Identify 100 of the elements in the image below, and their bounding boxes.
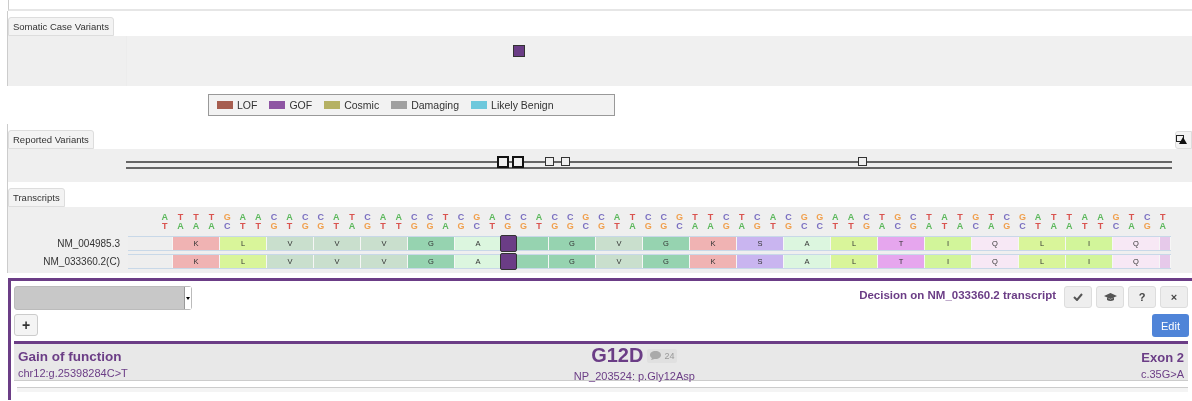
nucleotide: A bbox=[286, 213, 293, 221]
nucleotide: G bbox=[426, 222, 434, 230]
nucleotide: A bbox=[1159, 222, 1167, 230]
nucleotide: T bbox=[208, 213, 215, 221]
nucleotide: C bbox=[411, 213, 418, 221]
nucleotide: A bbox=[1128, 222, 1135, 230]
toolbar-button[interactable]: × bbox=[1160, 286, 1188, 308]
nucleotide: A bbox=[1066, 222, 1073, 230]
amino-acid[interactable] bbox=[502, 255, 549, 268]
section-tab[interactable]: Transcripts bbox=[8, 188, 65, 207]
variant-marker[interactable] bbox=[497, 156, 509, 168]
decision-title: Decision on NM_033360.2 transcript bbox=[859, 289, 1056, 301]
nucleotide: T bbox=[879, 213, 885, 221]
section-tab[interactable]: Reported Variants bbox=[8, 130, 94, 149]
graduation-cap-button[interactable] bbox=[1096, 286, 1124, 308]
nucleotide: T bbox=[255, 222, 262, 230]
nucleotide: C bbox=[426, 213, 434, 221]
add-button[interactable]: + bbox=[14, 314, 38, 336]
nucleotide: T bbox=[1035, 222, 1041, 230]
nucleotide: A bbox=[847, 213, 855, 221]
pointer-icon bbox=[1176, 134, 1188, 146]
section-tab[interactable]: Somatic Case Variants bbox=[8, 17, 114, 36]
nucleotide: C bbox=[1112, 222, 1120, 230]
nucleotide: C bbox=[1003, 213, 1011, 221]
edit-button[interactable]: Edit bbox=[1152, 314, 1189, 337]
nucleotide: T bbox=[739, 213, 745, 221]
nucleotide: T bbox=[286, 222, 293, 230]
nucleotide: C bbox=[800, 222, 808, 230]
nucleotide: C bbox=[910, 213, 917, 221]
nucleotide: A bbox=[988, 222, 995, 230]
nucleotide: G bbox=[1112, 213, 1120, 221]
nucleotide: A bbox=[629, 222, 636, 230]
nucleotide: C bbox=[270, 213, 278, 221]
nucleotide: A bbox=[348, 222, 356, 230]
nucleotide: A bbox=[535, 213, 543, 221]
nucleotide: T bbox=[442, 213, 449, 221]
confirm-button[interactable] bbox=[1064, 286, 1092, 308]
nucleotide: G bbox=[566, 222, 574, 230]
nucleotide: C bbox=[551, 213, 558, 221]
selection-marker[interactable] bbox=[500, 235, 517, 252]
legend-label: GOF bbox=[289, 99, 313, 111]
nucleotide: A bbox=[769, 213, 777, 221]
nucleotide: T bbox=[177, 213, 184, 221]
nucleotide: C bbox=[676, 222, 683, 230]
nucleotide: G bbox=[301, 222, 309, 230]
amino-acid[interactable] bbox=[502, 237, 549, 250]
nucleotide: C bbox=[598, 213, 605, 221]
toolbar-button[interactable]: ? bbox=[1128, 286, 1156, 308]
nucleotide: G bbox=[410, 222, 418, 230]
legend-label: Cosmic bbox=[344, 99, 380, 111]
nucleotide: A bbox=[1081, 213, 1089, 221]
nucleotide: G bbox=[785, 222, 793, 230]
variant-marker[interactable] bbox=[858, 157, 867, 166]
nucleotide: T bbox=[395, 222, 402, 230]
nucleotide: T bbox=[1082, 222, 1088, 230]
variant-marker[interactable] bbox=[545, 157, 554, 166]
nucleotide: G bbox=[504, 222, 512, 230]
variant-marker[interactable] bbox=[561, 157, 570, 166]
nucleotide: A bbox=[489, 213, 496, 221]
selection-marker[interactable] bbox=[500, 253, 517, 270]
check-icon bbox=[1073, 293, 1083, 301]
nucleotide: T bbox=[1128, 213, 1135, 221]
nucleotide: T bbox=[941, 222, 948, 230]
nucleotide: A bbox=[395, 213, 402, 221]
nucleotide: C bbox=[972, 222, 979, 230]
toolbar-button[interactable] bbox=[1175, 131, 1192, 149]
nucleotide: A bbox=[239, 213, 246, 221]
nucleotide: G bbox=[894, 213, 902, 221]
nucleotide: A bbox=[177, 222, 184, 230]
nucleotide: G bbox=[644, 222, 652, 230]
cdna-notation: c.35G>A bbox=[1140, 368, 1184, 380]
exon-label: Exon 2 bbox=[1141, 350, 1184, 365]
nucleotide: G bbox=[675, 213, 683, 221]
nucleotide: T bbox=[240, 222, 246, 230]
nucleotide: T bbox=[957, 213, 963, 221]
nucleotide: G bbox=[972, 213, 980, 221]
nucleotide: C bbox=[785, 213, 792, 221]
nucleotide: A bbox=[379, 213, 387, 221]
nucleotide: T bbox=[1050, 213, 1057, 221]
nucleotide: G bbox=[1018, 213, 1026, 221]
nucleotide: G bbox=[473, 213, 481, 221]
nucleotide: A bbox=[1050, 222, 1057, 230]
nucleotide: C bbox=[816, 222, 823, 230]
nucleotide: A bbox=[738, 222, 745, 230]
nucleotide: C bbox=[520, 213, 527, 221]
nucleotide: A bbox=[613, 213, 621, 221]
legend-label: Damaging bbox=[411, 99, 460, 111]
nucleotide: T bbox=[832, 222, 839, 230]
nucleotide: C bbox=[863, 213, 870, 221]
nucleotide: T bbox=[380, 222, 386, 230]
effect-label: Gain of function bbox=[18, 349, 123, 364]
variant-marker[interactable] bbox=[512, 156, 524, 168]
nucleotide: C bbox=[223, 222, 231, 230]
nucleotide: C bbox=[457, 213, 465, 221]
nucleotide: T bbox=[692, 213, 698, 221]
nucleotide: T bbox=[770, 222, 776, 230]
nucleotide: C bbox=[364, 213, 371, 221]
legend-label: Likely Benign bbox=[491, 99, 554, 111]
nucleotide: C bbox=[1143, 213, 1151, 221]
variant-marker[interactable] bbox=[513, 45, 525, 57]
